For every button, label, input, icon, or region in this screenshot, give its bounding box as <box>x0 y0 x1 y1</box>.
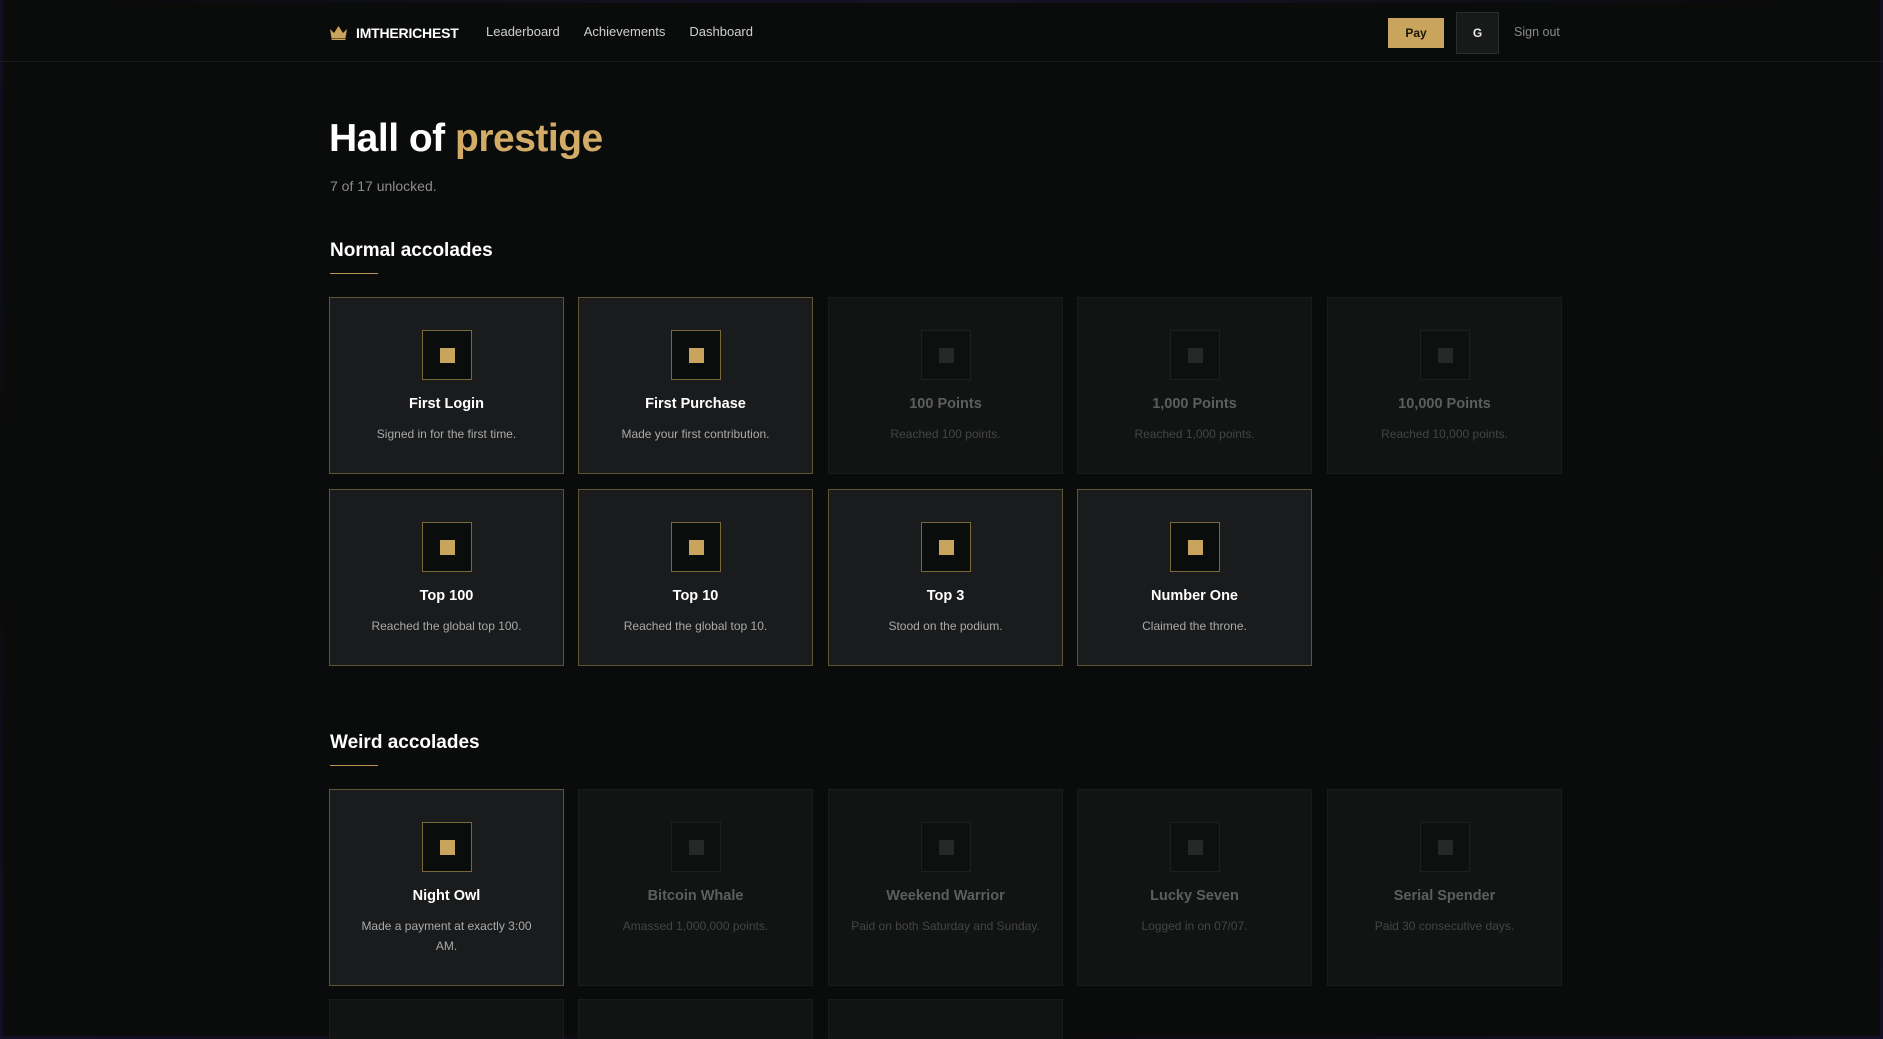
achievement-card-1000-points[interactable]: 1,000 Points Reached 1,000 points. <box>1077 297 1312 474</box>
achievement-card-partial[interactable] <box>578 999 813 1039</box>
achievement-card-partial[interactable] <box>329 999 564 1039</box>
unlock-summary: 7 of 17 unlocked. <box>330 178 437 194</box>
card-title: Lucky Seven <box>1150 888 1239 904</box>
badge-icon <box>1420 330 1470 380</box>
card-description: Made your first contribution. <box>621 427 770 441</box>
avatar[interactable]: G <box>1456 12 1499 54</box>
card-title: Top 3 <box>926 588 965 604</box>
achievement-card-top-10[interactable]: Top 10 Reached the global top 10. <box>578 489 813 666</box>
badge-icon <box>921 330 971 380</box>
card-description: Reached 100 points. <box>890 427 1001 441</box>
nav-achievements[interactable]: Achievements <box>584 24 666 39</box>
achievement-card-bitcoin-whale[interactable]: Bitcoin Whale Amassed 1,000,000 points. <box>578 789 813 986</box>
badge-icon <box>671 330 721 380</box>
achievement-card-partial[interactable] <box>828 999 1063 1039</box>
card-description: Reached the global top 100. <box>371 619 522 633</box>
nav-dashboard[interactable]: Dashboard <box>689 24 753 39</box>
achievement-card-first-purchase[interactable]: First Purchase Made your first contribut… <box>578 297 813 474</box>
achievement-card-top-100[interactable]: Top 100 Reached the global top 100. <box>329 489 564 666</box>
card-title: Top 10 <box>672 588 719 604</box>
card-title: 10,000 Points <box>1398 396 1491 412</box>
achievement-card-top-3[interactable]: Top 3 Stood on the podium. <box>828 489 1063 666</box>
card-description: Logged in on 07/07. <box>1141 919 1248 933</box>
card-title: First Login <box>409 396 484 412</box>
card-description: Claimed the throne. <box>1142 619 1247 633</box>
card-description: Reached the global top 10. <box>623 619 768 633</box>
badge-icon <box>1170 522 1220 572</box>
achievement-card-number-one[interactable]: Number One Claimed the throne. <box>1077 489 1312 666</box>
main-nav: Leaderboard Achievements Dashboard <box>486 24 753 39</box>
achievement-card-lucky-seven[interactable]: Lucky Seven Logged in on 07/07. <box>1077 789 1312 986</box>
achievement-card-weekend-warrior[interactable]: Weekend Warrior Paid on both Saturday an… <box>828 789 1063 986</box>
card-description: Signed in for the first time. <box>376 427 517 441</box>
section-title-normal: Normal accolades <box>330 240 493 261</box>
badge-icon <box>1170 822 1220 872</box>
brand-logo[interactable]: IMTHERICHEST <box>330 22 459 44</box>
card-title: 1,000 Points <box>1152 396 1237 412</box>
top-navbar: IMTHERICHEST Leaderboard Achievements Da… <box>0 0 1883 62</box>
achievement-card-10000-points[interactable]: 10,000 Points Reached 10,000 points. <box>1327 297 1562 474</box>
section-underline <box>330 765 378 766</box>
badge-icon <box>671 822 721 872</box>
page-title-prefix: Hall of <box>329 117 456 160</box>
card-title: Bitcoin Whale <box>647 888 744 904</box>
badge-icon <box>921 522 971 572</box>
badge-icon <box>1420 822 1470 872</box>
achievement-card-serial-spender[interactable]: Serial Spender Paid 30 consecutive days. <box>1327 789 1562 986</box>
card-description: Reached 1,000 points. <box>1134 427 1255 441</box>
card-title: Number One <box>1150 588 1238 604</box>
section-title-weird: Weird accolades <box>330 732 480 753</box>
achievement-card-first-login[interactable]: First Login Signed in for the first time… <box>329 297 564 474</box>
pay-button[interactable]: Pay <box>1388 18 1444 48</box>
card-description: Made a payment at exactly 3:00 AM. <box>361 919 532 953</box>
badge-icon <box>422 522 472 572</box>
sign-out-link[interactable]: Sign out <box>1514 25 1560 39</box>
card-title: Top 100 <box>419 588 474 604</box>
badge-icon <box>422 330 472 380</box>
achievement-card-100-points[interactable]: 100 Points Reached 100 points. <box>828 297 1063 474</box>
section-underline <box>330 273 378 274</box>
card-title: 100 Points <box>909 396 982 412</box>
card-title: Serial Spender <box>1393 888 1496 904</box>
card-title: First Purchase <box>645 396 746 412</box>
card-title: Weekend Warrior <box>886 888 1005 904</box>
badge-icon <box>671 522 721 572</box>
badge-icon <box>921 822 971 872</box>
nav-leaderboard[interactable]: Leaderboard <box>486 24 560 39</box>
card-description: Stood on the podium. <box>888 619 1003 633</box>
page-title-accent: prestige <box>455 117 603 160</box>
badge-icon <box>1170 330 1220 380</box>
card-description: Paid 30 consecutive days. <box>1374 919 1515 933</box>
achievement-card-night-owl[interactable]: Night Owl Made a payment at exactly 3:00… <box>329 789 564 986</box>
brand-name: IMTHERICHEST <box>356 25 459 41</box>
badge-icon <box>422 822 472 872</box>
crown-icon <box>330 26 347 40</box>
card-title: Night Owl <box>412 888 481 904</box>
page-title: Hall of prestige <box>329 117 603 161</box>
card-description: Paid on both Saturday and Sunday. <box>851 919 1040 933</box>
card-description: Amassed 1,000,000 points. <box>622 919 769 933</box>
card-description: Reached 10,000 points. <box>1381 427 1508 441</box>
